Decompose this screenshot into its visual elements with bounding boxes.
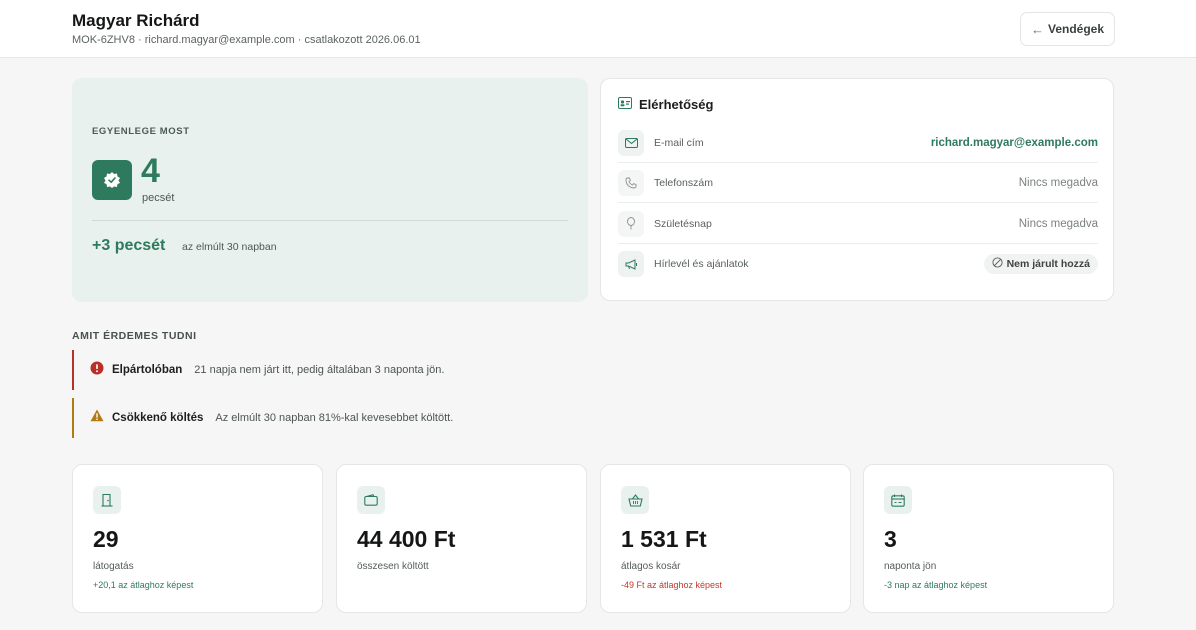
kpi-value: 44 400 Ft (357, 526, 456, 552)
kpi-value: 3 (884, 526, 897, 552)
balance-value: 4 (141, 152, 160, 190)
kpi-label: látogatás (93, 561, 134, 572)
consent-badge: Nem járult hozzá (983, 254, 1098, 274)
balance-label: EGYENLEGE MOST (92, 126, 190, 137)
kpi-label: összesen költött (357, 561, 429, 572)
insights-title: AMIT ÉRDEMES TUDNI (72, 330, 197, 342)
contact-title-label: Elérhetőség (639, 97, 714, 112)
phone-icon (618, 169, 644, 196)
id-card-icon (618, 97, 632, 112)
contact-row-email: E-mail cím richard.magyar@example.com (618, 123, 1098, 163)
kpi-visits: 29 látogatás +20,1 az átlaghoz képest (72, 464, 323, 613)
calendar-icon (884, 486, 912, 514)
error-icon (90, 361, 104, 380)
wallet-icon (357, 486, 385, 514)
megaphone-icon (618, 251, 644, 277)
door-icon (93, 486, 121, 514)
consent-badge-label: Nem járult hozzá (1006, 258, 1090, 270)
guest-name: Magyar Richárd (72, 11, 200, 30)
kpi-value: 29 (93, 526, 119, 552)
phone-value: Nincs megadva (1018, 176, 1098, 189)
kpi-visit-frequency: 3 naponta jön -3 nap az átlaghoz képest (863, 464, 1114, 613)
balance-gain-note: az elmúlt 30 napban (182, 241, 277, 253)
kpi-label: átlagos kosár (621, 561, 681, 572)
kpi-note: -3 nap az átlaghoz képest (884, 580, 988, 590)
alert-text: 21 napja nem járt itt, pedig általában 3… (194, 364, 445, 376)
basket-icon (621, 486, 649, 514)
stamp-icon (92, 160, 132, 200)
arrow-left-icon: ← (1030, 21, 1044, 37)
kpi-note: -49 Ft az átlaghoz képest (621, 580, 723, 590)
alert-spending: Csökkenő költés Az elmúlt 30 napban 81%-… (72, 398, 772, 438)
email-link[interactable]: richard.magyar@example.com (931, 137, 1098, 149)
balance-gain: +3 pecsét (92, 237, 166, 254)
alert-title: Csökkenő költés (112, 412, 204, 424)
warning-icon (90, 409, 104, 427)
contact-label: Hírlevél és ajánlatok (654, 258, 749, 270)
alert-churn: Elpártolóban 21 napja nem járt itt, pedi… (72, 350, 772, 390)
balance-card: EGYENLEGE MOST 4 pecsét +3 pecsét az elm… (72, 78, 588, 302)
guest-meta: MOK-6ZHV8 · richard.magyar@example.com ·… (72, 34, 421, 46)
balloon-icon (618, 210, 644, 237)
kpi-note: +20,1 az átlaghoz képest (93, 580, 194, 590)
contact-row-phone: Telefonszám Nincs megadva (618, 163, 1098, 203)
mail-icon (618, 129, 644, 156)
back-button-label: Vendégek (1047, 22, 1105, 36)
kpi-total-spent: 44 400 Ft összesen költött (336, 464, 587, 613)
balance-divider (92, 220, 568, 221)
back-to-guests-button[interactable]: ← Vendégek (1020, 12, 1115, 46)
page-header: Magyar Richárd MOK-6ZHV8 · richard.magya… (0, 0, 1196, 58)
no-entry-icon (992, 257, 1003, 271)
kpi-average-basket: 1 531 Ft átlagos kosár -49 Ft az átlagho… (600, 464, 851, 613)
contact-label: Születésnap (654, 217, 712, 230)
kpi-value: 1 531 Ft (621, 526, 707, 552)
contact-row-newsletter: Hírlevél és ajánlatok Nem járult hozzá (618, 244, 1098, 284)
contact-label: Telefonszám (654, 176, 713, 189)
contact-card: Elérhetőség E-mail cím richard.magyar@ex… (600, 78, 1114, 301)
alert-text: Az elmúlt 30 napban 81%-kal kevesebbet k… (215, 412, 454, 424)
alert-title: Elpártolóban (112, 364, 183, 376)
balance-unit: pecsét (142, 192, 175, 204)
contact-row-birthday: Születésnap Nincs megadva (618, 204, 1098, 244)
contact-title: Elérhetőség (618, 97, 713, 112)
birthday-value: Nincs megadva (1018, 217, 1098, 230)
contact-label: E-mail cím (654, 136, 704, 149)
kpi-label: naponta jön (884, 561, 937, 572)
